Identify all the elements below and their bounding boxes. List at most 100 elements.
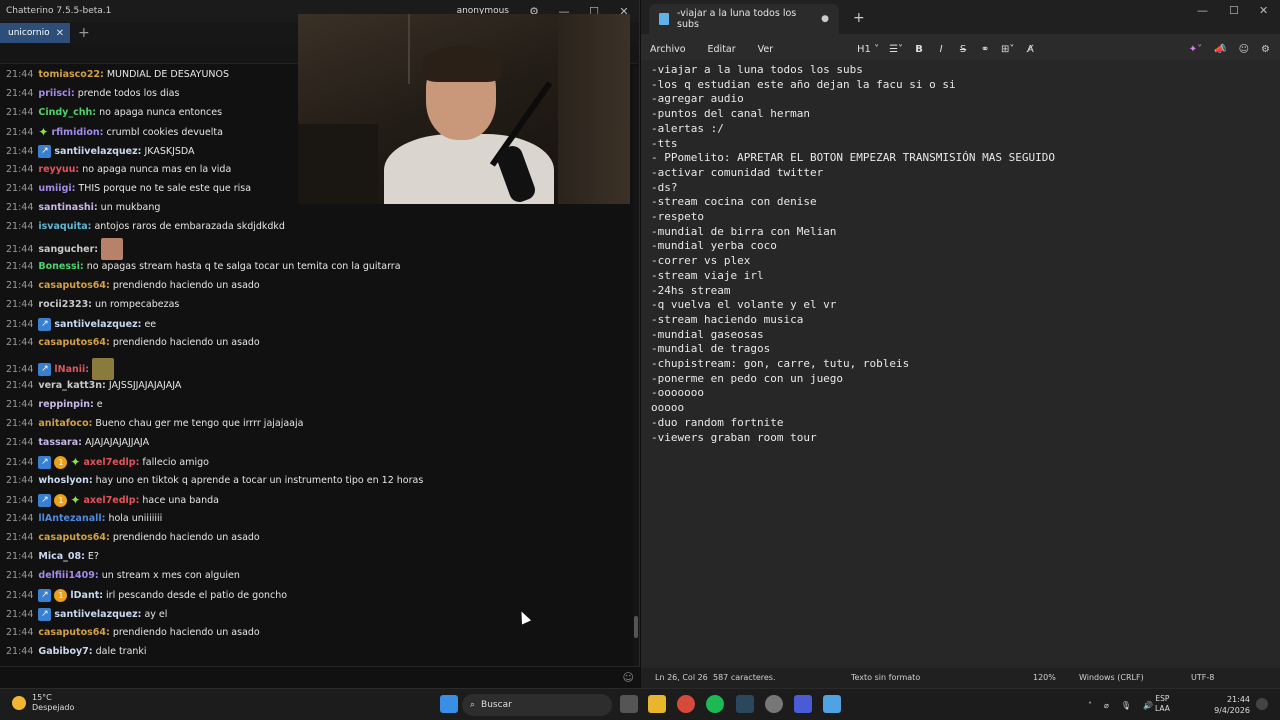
mic-icon[interactable]: 🎙 (1121, 701, 1131, 710)
message-username[interactable]: isvaquita: (38, 221, 91, 232)
chat-message[interactable]: 21:44 casaputos64: prendiendo haciendo un … (6, 337, 260, 348)
chat-message[interactable]: 21:44 ↗ santiivelazquez: ay el (6, 608, 167, 621)
chat-message[interactable]: 21:44 llAntezanall: hola uniiiiiii (6, 513, 162, 524)
chat-input[interactable]: ☺ (0, 666, 640, 688)
task-view-icon[interactable] (620, 695, 638, 713)
unsaved-dot-icon[interactable]: ● (821, 14, 829, 24)
close-icon[interactable]: ✕ (1259, 4, 1268, 17)
list-icon[interactable]: ☰˅ (889, 44, 903, 55)
message-username[interactable]: priisci: (38, 88, 74, 99)
chat-message[interactable]: 21:44 delfiii1409: un stream x mes con alg… (6, 570, 240, 581)
message-username[interactable]: axel7edlp: (83, 495, 139, 506)
message-username[interactable]: Mica_08: (38, 551, 85, 562)
chat-message[interactable]: 21:44 ↗ santiivelazquez: ee (6, 318, 156, 331)
notification-icon[interactable] (1256, 698, 1268, 710)
chat-message[interactable]: 21:44 casaputos64: prendiendo haciendo un … (6, 627, 260, 638)
status-eol[interactable]: Windows (CRLF) (1079, 673, 1144, 682)
chat-message[interactable]: 21:44 casaputos64: prendiendo haciendo un … (6, 532, 260, 543)
chat-message[interactable]: 21:44 vera_katt3n: JAJSSJJAJAJAJAJA (6, 380, 181, 391)
chevron-up-icon[interactable]: ˄ (1088, 701, 1092, 710)
message-username[interactable]: delfiii1409: (38, 570, 98, 581)
chat-message[interactable]: 21:44 casaputos64: prendiendo haciendo un … (6, 280, 260, 291)
spotify-icon[interactable] (706, 695, 724, 713)
sub-badge-icon[interactable]: 1 (54, 456, 68, 469)
message-username[interactable]: Gabiboy7: (38, 646, 92, 656)
chatterino-icon[interactable] (794, 695, 812, 713)
message-username[interactable]: casaputos64: (38, 532, 109, 543)
volume-icon[interactable]: 🔊 (1143, 701, 1153, 710)
vip-badge-icon[interactable]: ↗ (38, 494, 52, 507)
chat-message[interactable]: 21:44 Bonessi: no apagas stream hasta q te… (6, 261, 401, 272)
chat-message[interactable]: 21:44 ↗ 1 ✦ axel7edlp: fallecio amigo (6, 456, 209, 469)
message-username[interactable]: llAntezanall: (38, 513, 105, 524)
emote-image[interactable] (92, 358, 115, 380)
chat-scrollbar[interactable] (633, 66, 639, 666)
message-username[interactable]: axel7edlp: (83, 457, 139, 468)
message-username[interactable]: casaputos64: (38, 627, 109, 638)
link-icon[interactable]: ⚭ (979, 44, 991, 55)
chat-message[interactable]: 21:44 umiigi: THIS porque no te sale este … (6, 183, 251, 194)
vip-badge-icon[interactable]: ↗ (38, 318, 52, 331)
star-badge-icon[interactable]: ✦ (70, 456, 80, 469)
table-icon[interactable]: ⊞˅ (1001, 44, 1014, 55)
notepad-tab[interactable]: -viajar a la luna todos los subs ● (649, 4, 839, 34)
message-username[interactable]: tomiasco22: (38, 69, 103, 80)
maximize-icon[interactable]: ☐ (1229, 4, 1239, 17)
add-tab-icon[interactable]: + (78, 25, 90, 41)
chat-message[interactable]: 21:44 ↗ santiivelazquez: JKASKJSDA (6, 145, 195, 158)
status-zoom[interactable]: 120% (1033, 673, 1056, 682)
message-username[interactable]: lNanii: (54, 364, 89, 375)
chat-message[interactable]: 21:44 ✦ rfimidion: crumbl cookies devuelta (6, 126, 223, 139)
notepad-text[interactable]: -viajar a la luna todos los subs -los q … (651, 63, 1055, 445)
chat-message[interactable]: 21:44 tomiasco22: MUNDIAL DE DESAYUNOS (6, 69, 229, 80)
status-format[interactable]: Texto sin formato (851, 673, 920, 682)
chat-message[interactable]: 21:44 rocii2323: un rompecabezas (6, 299, 179, 310)
message-username[interactable]: reyyuu: (38, 164, 79, 175)
vip-badge-icon[interactable]: ↗ (38, 456, 52, 469)
menu-editar[interactable]: Editar (708, 44, 736, 55)
message-username[interactable]: santiivelazquez: (54, 146, 141, 157)
windows-start-icon[interactable] (440, 695, 458, 713)
sub-badge-icon[interactable]: 1 (54, 589, 68, 602)
file-explorer-icon[interactable] (648, 695, 666, 713)
chat-message[interactable]: 21:44 ↗ lNanii: (6, 358, 117, 380)
vip-badge-icon[interactable]: ↗ (38, 145, 52, 158)
vip-badge-icon[interactable]: ↗ (38, 589, 52, 602)
message-username[interactable]: sangucher: (38, 244, 98, 255)
sub-badge-icon[interactable]: 1 (54, 494, 68, 507)
chat-message[interactable]: 21:44 isvaquita: antojos raros de embaraza… (6, 221, 285, 232)
chat-message[interactable]: 21:44 Gabiboy7: dale tranki (6, 646, 147, 656)
chat-message[interactable]: 21:44 whoslyon: hay uno en tiktok q aprend… (6, 475, 423, 486)
chat-message[interactable]: 21:44 sangucher: (6, 238, 126, 260)
message-username[interactable]: anitafoco: (38, 418, 92, 429)
chat-message[interactable]: 21:44 reyyuu: no apaga nunca mas en la vid… (6, 164, 231, 175)
new-tab-icon[interactable]: + (853, 10, 865, 26)
message-username[interactable]: Bonessi: (38, 261, 83, 272)
scrollbar-thumb[interactable] (634, 616, 638, 638)
clear-format-icon[interactable]: A̸ (1024, 44, 1036, 55)
chat-message[interactable]: 21:44 ↗ 1 lDant: irl pescando desde el patio… (6, 589, 287, 602)
message-username[interactable]: umiigi: (38, 183, 75, 194)
message-username[interactable]: tassara: (38, 437, 82, 448)
chat-message[interactable]: 21:44 reppinpin: e (6, 399, 103, 410)
minimize-icon[interactable]: — (1197, 4, 1208, 17)
heading-select[interactable]: H1 ˅ (857, 44, 879, 55)
close-tab-icon[interactable]: ✕ (56, 28, 64, 39)
chat-message[interactable]: 21:44 tassara: AJAJAJAJAJJAJA (6, 437, 149, 448)
notepad-taskbar-icon[interactable] (823, 695, 841, 713)
star-badge-icon[interactable]: ✦ (70, 494, 80, 507)
message-username[interactable]: Cindy_chh: (38, 107, 96, 118)
chat-message[interactable]: 21:44 Cindy_chh: no apaga nunca entonces (6, 107, 222, 118)
chat-message[interactable]: 21:44 ↗ 1 ✦ axel7edlp: hace una banda (6, 494, 219, 507)
vip-badge-icon[interactable]: ↗ (38, 362, 52, 376)
announce-icon[interactable]: 📣 (1214, 44, 1226, 55)
message-username[interactable]: lDant: (70, 590, 103, 601)
message-username[interactable]: vera_katt3n: (38, 380, 105, 391)
chrome-icon[interactable] (677, 695, 695, 713)
chat-message[interactable]: 21:44 Mica_08: E? (6, 551, 99, 562)
steam-icon[interactable] (736, 695, 754, 713)
emote-image[interactable] (101, 238, 124, 260)
menu-ver[interactable]: Ver (758, 44, 774, 55)
message-username[interactable]: whoslyon: (38, 475, 92, 486)
message-username[interactable]: casaputos64: (38, 337, 109, 348)
